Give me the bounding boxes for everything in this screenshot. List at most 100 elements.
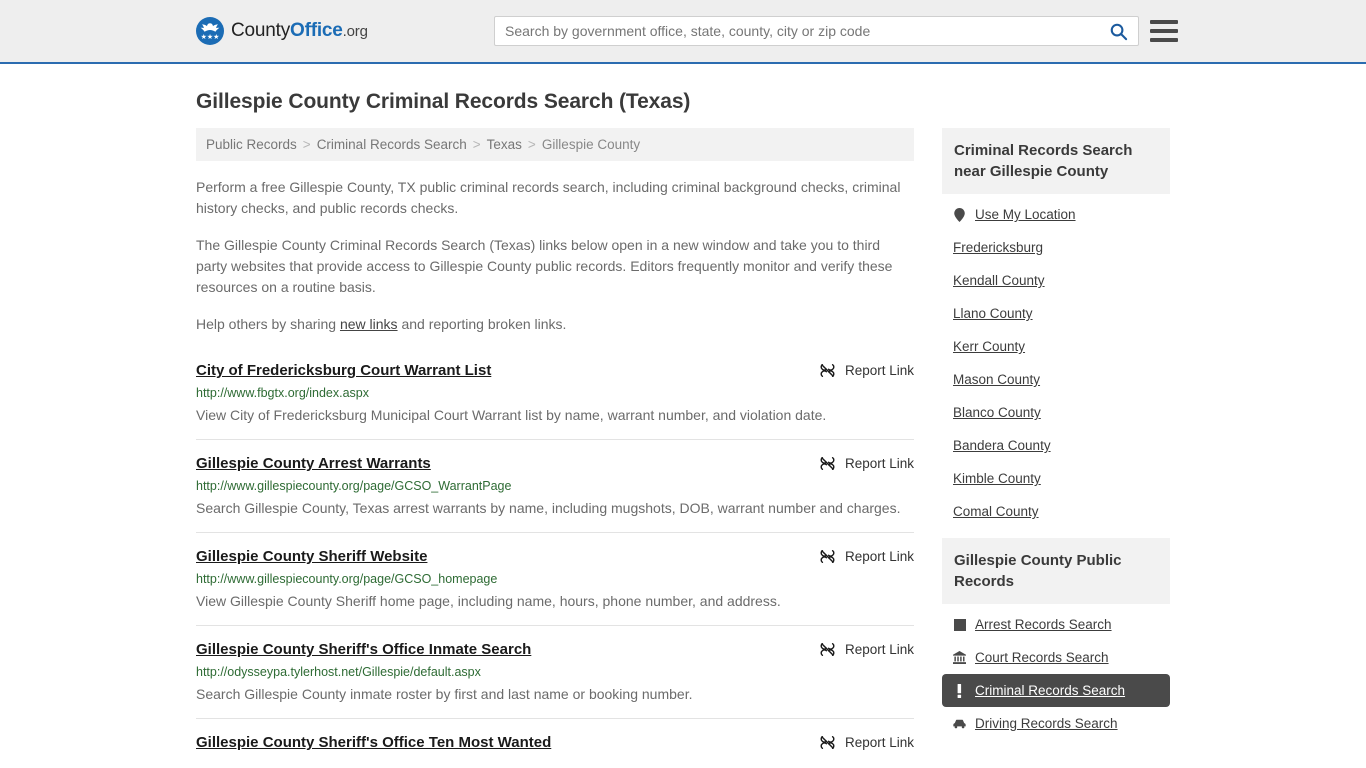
result-description: Search Gillespie County inmate roster by… <box>196 686 693 702</box>
result-url: http://odysseypa.tylerhost.net/Gillespie… <box>196 665 481 679</box>
result-item: Gillespie County Sheriff's Office Ten Mo… <box>196 718 914 764</box>
result-title-link[interactable]: City of Fredericksburg Court Warrant Lis… <box>196 361 491 380</box>
intro-share-prefix: Help others by sharing <box>196 316 340 332</box>
report-link-button[interactable]: Report Link <box>819 640 914 658</box>
report-link-button[interactable]: Report Link <box>819 454 914 472</box>
site-header: ★★★ CountyOffice.org <box>0 0 1366 64</box>
result-description: View City of Fredericksburg Municipal Co… <box>196 407 827 423</box>
map-pin-icon <box>954 207 965 222</box>
breadcrumb-item-2[interactable]: Texas <box>487 137 522 152</box>
exclamation-icon <box>953 683 966 698</box>
result-description: Search Gillespie County, Texas arrest wa… <box>196 500 901 516</box>
sidebar-item-criminal-records-search[interactable]: Criminal Records Search <box>942 674 1170 707</box>
result-description: View Gillespie County Sheriff home page,… <box>196 593 781 609</box>
report-link-label: Report Link <box>844 735 914 750</box>
sidebar-public-records-list: Arrest Records Search Court Records Sear… <box>942 604 1170 740</box>
intro-paragraph-1: Perform a free Gillespie County, TX publ… <box>196 179 901 216</box>
report-link-button[interactable]: Report Link <box>819 733 914 751</box>
courthouse-icon <box>953 651 966 664</box>
page-container: Gillespie County Criminal Records Search… <box>0 90 1366 764</box>
search-input[interactable] <box>495 17 1098 45</box>
results-list: City of Fredericksburg Court Warrant Lis… <box>196 357 914 764</box>
result-header: City of Fredericksburg Court Warrant Lis… <box>196 361 914 380</box>
breadcrumb-separator: > <box>472 137 481 152</box>
breadcrumb-item-1[interactable]: Criminal Records Search <box>317 137 467 152</box>
square-icon <box>953 618 966 631</box>
sidebar-item-llano-county[interactable]: Llano County <box>942 297 1170 330</box>
breadcrumb-item-0[interactable]: Public Records <box>206 137 297 152</box>
sidebar-heading-nearby: Criminal Records Search near Gillespie C… <box>942 128 1170 194</box>
sidebar-item-label: Criminal Records Search <box>975 683 1126 698</box>
site-logo[interactable]: ★★★ CountyOffice.org <box>196 17 368 45</box>
search-button[interactable] <box>1098 17 1138 45</box>
result-title-link[interactable]: Gillespie County Arrest Warrants <box>196 454 431 473</box>
result-item: Gillespie County Sheriff Website Report … <box>196 532 914 625</box>
sidebar-item-blanco-county[interactable]: Blanco County <box>942 396 1170 429</box>
map-pin-icon <box>953 207 966 222</box>
sidebar-box-public-records: Gillespie County Public Records Arrest R… <box>942 538 1170 740</box>
eagle-shield-logo-icon: ★★★ <box>196 17 224 45</box>
sidebar-item-court-records-search[interactable]: Court Records Search <box>942 641 1170 674</box>
result-header: Gillespie County Sheriff's Office Inmate… <box>196 640 914 659</box>
hamburger-bar-3 <box>1150 38 1178 42</box>
new-links-link[interactable]: new links <box>340 316 398 332</box>
report-link-label: Report Link <box>844 456 914 471</box>
sidebar-item-bandera-county[interactable]: Bandera County <box>942 429 1170 462</box>
hamburger-bar-2 <box>1150 29 1178 33</box>
car-icon <box>953 719 966 728</box>
sidebar-item-label: Llano County <box>953 306 1033 321</box>
sidebar-item-comal-county[interactable]: Comal County <box>942 495 1170 528</box>
sidebar-item-label: Arrest Records Search <box>975 617 1112 632</box>
broken-link-icon <box>820 456 835 471</box>
breadcrumb-separator: > <box>302 137 311 152</box>
intro-paragraph-2: The Gillespie County Criminal Records Se… <box>196 237 893 295</box>
result-url: http://www.gillespiecounty.org/page/GCSO… <box>196 572 498 586</box>
sidebar-item-label: Comal County <box>953 504 1039 519</box>
search-bar <box>494 16 1139 46</box>
sidebar-item-fredericksburg[interactable]: Fredericksburg <box>942 231 1170 264</box>
sidebar: Criminal Records Search near Gillespie C… <box>942 128 1170 750</box>
page-title: Gillespie County Criminal Records Search… <box>196 90 691 113</box>
result-url: http://www.gillespiecounty.org/page/GCSO… <box>196 479 512 493</box>
result-title-link[interactable]: Gillespie County Sheriff Website <box>196 547 427 566</box>
sidebar-item-label: Kerr County <box>953 339 1026 354</box>
exclamation-icon <box>957 683 962 698</box>
logo-stars: ★★★ <box>200 34 220 41</box>
hamburger-bar-1 <box>1150 20 1178 24</box>
report-link-button[interactable]: Report Link <box>819 547 914 565</box>
result-item: Gillespie County Sheriff's Office Inmate… <box>196 625 914 718</box>
broken-link-icon <box>820 549 835 564</box>
sidebar-item-kerr-county[interactable]: Kerr County <box>942 330 1170 363</box>
courthouse-icon <box>953 650 966 665</box>
sidebar-heading-public-records: Gillespie County Public Records <box>942 538 1170 604</box>
sidebar-item-label: Driving Records Search <box>975 716 1118 731</box>
sidebar-item-label: Use My Location <box>975 207 1076 222</box>
result-header: Gillespie County Sheriff's Office Ten Mo… <box>196 733 914 752</box>
sidebar-item-driving-records-search[interactable]: Driving Records Search <box>942 707 1170 740</box>
report-link-label: Report Link <box>844 549 914 564</box>
main-column: Public Records > Criminal Records Search… <box>196 128 914 764</box>
sidebar-item-kimble-county[interactable]: Kimble County <box>942 462 1170 495</box>
wordmark-county: County <box>231 20 291 41</box>
result-item: Gillespie County Arrest Warrants Report … <box>196 439 914 532</box>
result-item: City of Fredericksburg Court Warrant Lis… <box>196 357 914 439</box>
result-title-link[interactable]: Gillespie County Sheriff's Office Inmate… <box>196 640 531 659</box>
hamburger-menu-button[interactable] <box>1150 20 1178 42</box>
sidebar-item-kendall-county[interactable]: Kendall County <box>942 264 1170 297</box>
content-row: Public Records > Criminal Records Search… <box>196 128 1170 764</box>
breadcrumb-separator: > <box>527 137 536 152</box>
report-link-label: Report Link <box>844 642 914 657</box>
sidebar-item-use-my-location[interactable]: Use My Location <box>942 198 1170 231</box>
wordmark-org: .org <box>342 23 368 40</box>
sidebar-nearby-list: Use My Location Fredericksburg Kendall Cou… <box>942 194 1170 528</box>
sidebar-item-label: Kimble County <box>953 471 1041 486</box>
sidebar-item-arrest-records-search[interactable]: Arrest Records Search <box>942 608 1170 641</box>
sidebar-item-mason-county[interactable]: Mason County <box>942 363 1170 396</box>
intro-share-suffix: and reporting broken links. <box>397 316 567 332</box>
broken-link-icon <box>820 363 835 378</box>
result-title-link[interactable]: Gillespie County Sheriff's Office Ten Mo… <box>196 733 551 752</box>
wordmark-office: Office <box>290 20 343 41</box>
report-link-button[interactable]: Report Link <box>819 361 914 379</box>
car-icon <box>953 716 966 731</box>
sidebar-item-label: Court Records Search <box>975 650 1109 665</box>
